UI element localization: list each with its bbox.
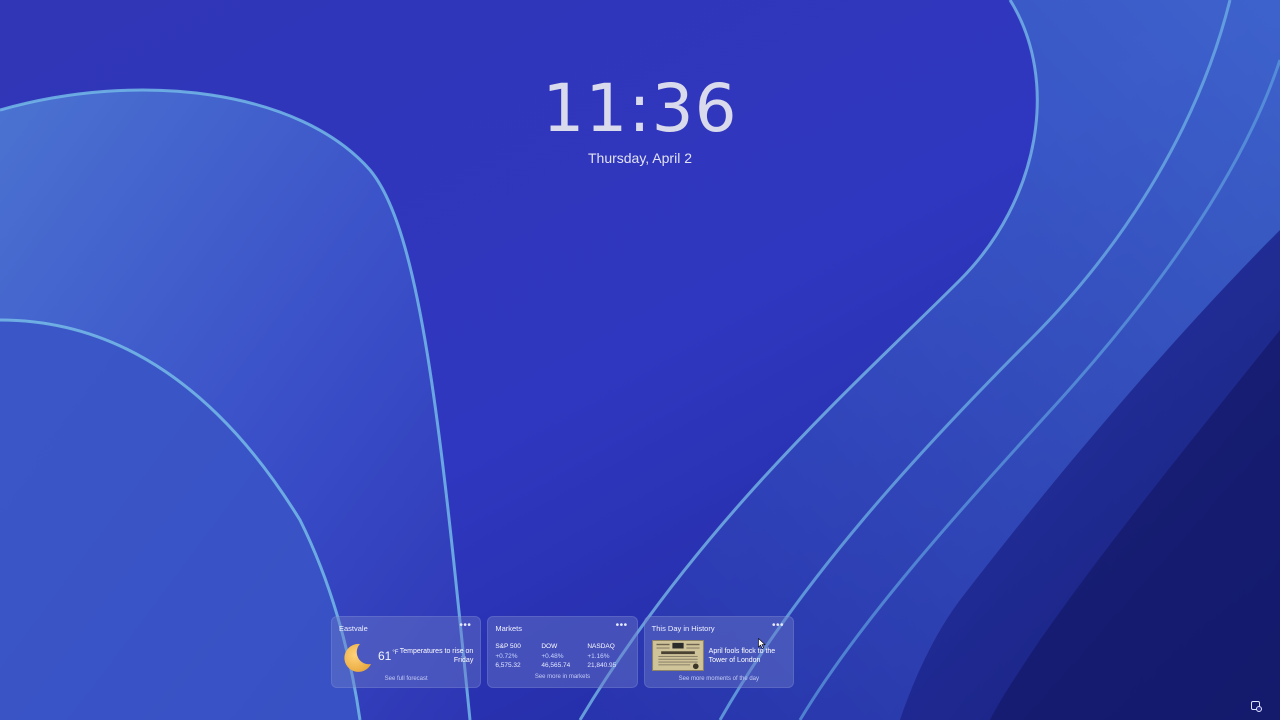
network-status-icon[interactable] — [1251, 701, 1262, 712]
more-icon[interactable]: ••• — [459, 620, 471, 631]
market-change: +0.72% — [495, 652, 518, 660]
market-value: 21,840.95 — [587, 662, 617, 669]
more-icon[interactable]: ••• — [616, 620, 628, 631]
market-name: S&P 500 — [495, 643, 521, 650]
markets-widget[interactable]: Markets ••• S&P 500 +0.72% 6,575.32 DOW … — [487, 616, 638, 688]
market-change: +1.16% — [587, 652, 610, 660]
market-value: 46,565.74 — [541, 662, 571, 669]
market-change: +0.48% — [541, 652, 564, 660]
history-link[interactable]: See more moments of the day — [645, 676, 793, 682]
market-name: NASDAQ — [587, 643, 615, 650]
mouse-cursor-icon — [758, 638, 766, 649]
weather-widget[interactable]: Eastvale ••• 61°F Temperatures to rise o… — [331, 616, 482, 688]
markets-title: Markets — [495, 624, 522, 633]
lockscreen-date: Thursday, April 2 — [587, 150, 692, 166]
market-value: 6,575.32 — [495, 662, 521, 669]
lockscreen-clock: 11:36 — [542, 70, 738, 147]
history-title: This Day in History — [651, 624, 715, 633]
market-name: DOW — [541, 643, 558, 650]
market-index-nasdaq[interactable]: NASDAQ +1.16% 21,840.95 — [587, 642, 616, 671]
markets-link[interactable]: See more in markets — [488, 674, 636, 680]
market-index-sp500[interactable]: S&P 500 +0.72% 6,575.32 — [495, 642, 521, 671]
market-index-dow[interactable]: DOW +0.48% 46,565.74 — [541, 642, 570, 671]
moon-icon — [344, 643, 371, 672]
history-widget[interactable]: This Day in History ••• April fools floc… — [643, 616, 794, 688]
weather-location: Eastvale — [339, 624, 368, 633]
weather-forecast-link[interactable]: See full forecast — [332, 676, 480, 682]
widgets-bar: Eastvale ••• 61°F Temperatures to rise o… — [331, 616, 794, 688]
history-headline[interactable]: April fools flock to the Tower of London — [709, 647, 787, 665]
more-icon[interactable]: ••• — [772, 620, 784, 631]
weather-description: Temperatures to rise on Friday — [399, 648, 474, 664]
history-newspaper-image — [651, 640, 704, 671]
